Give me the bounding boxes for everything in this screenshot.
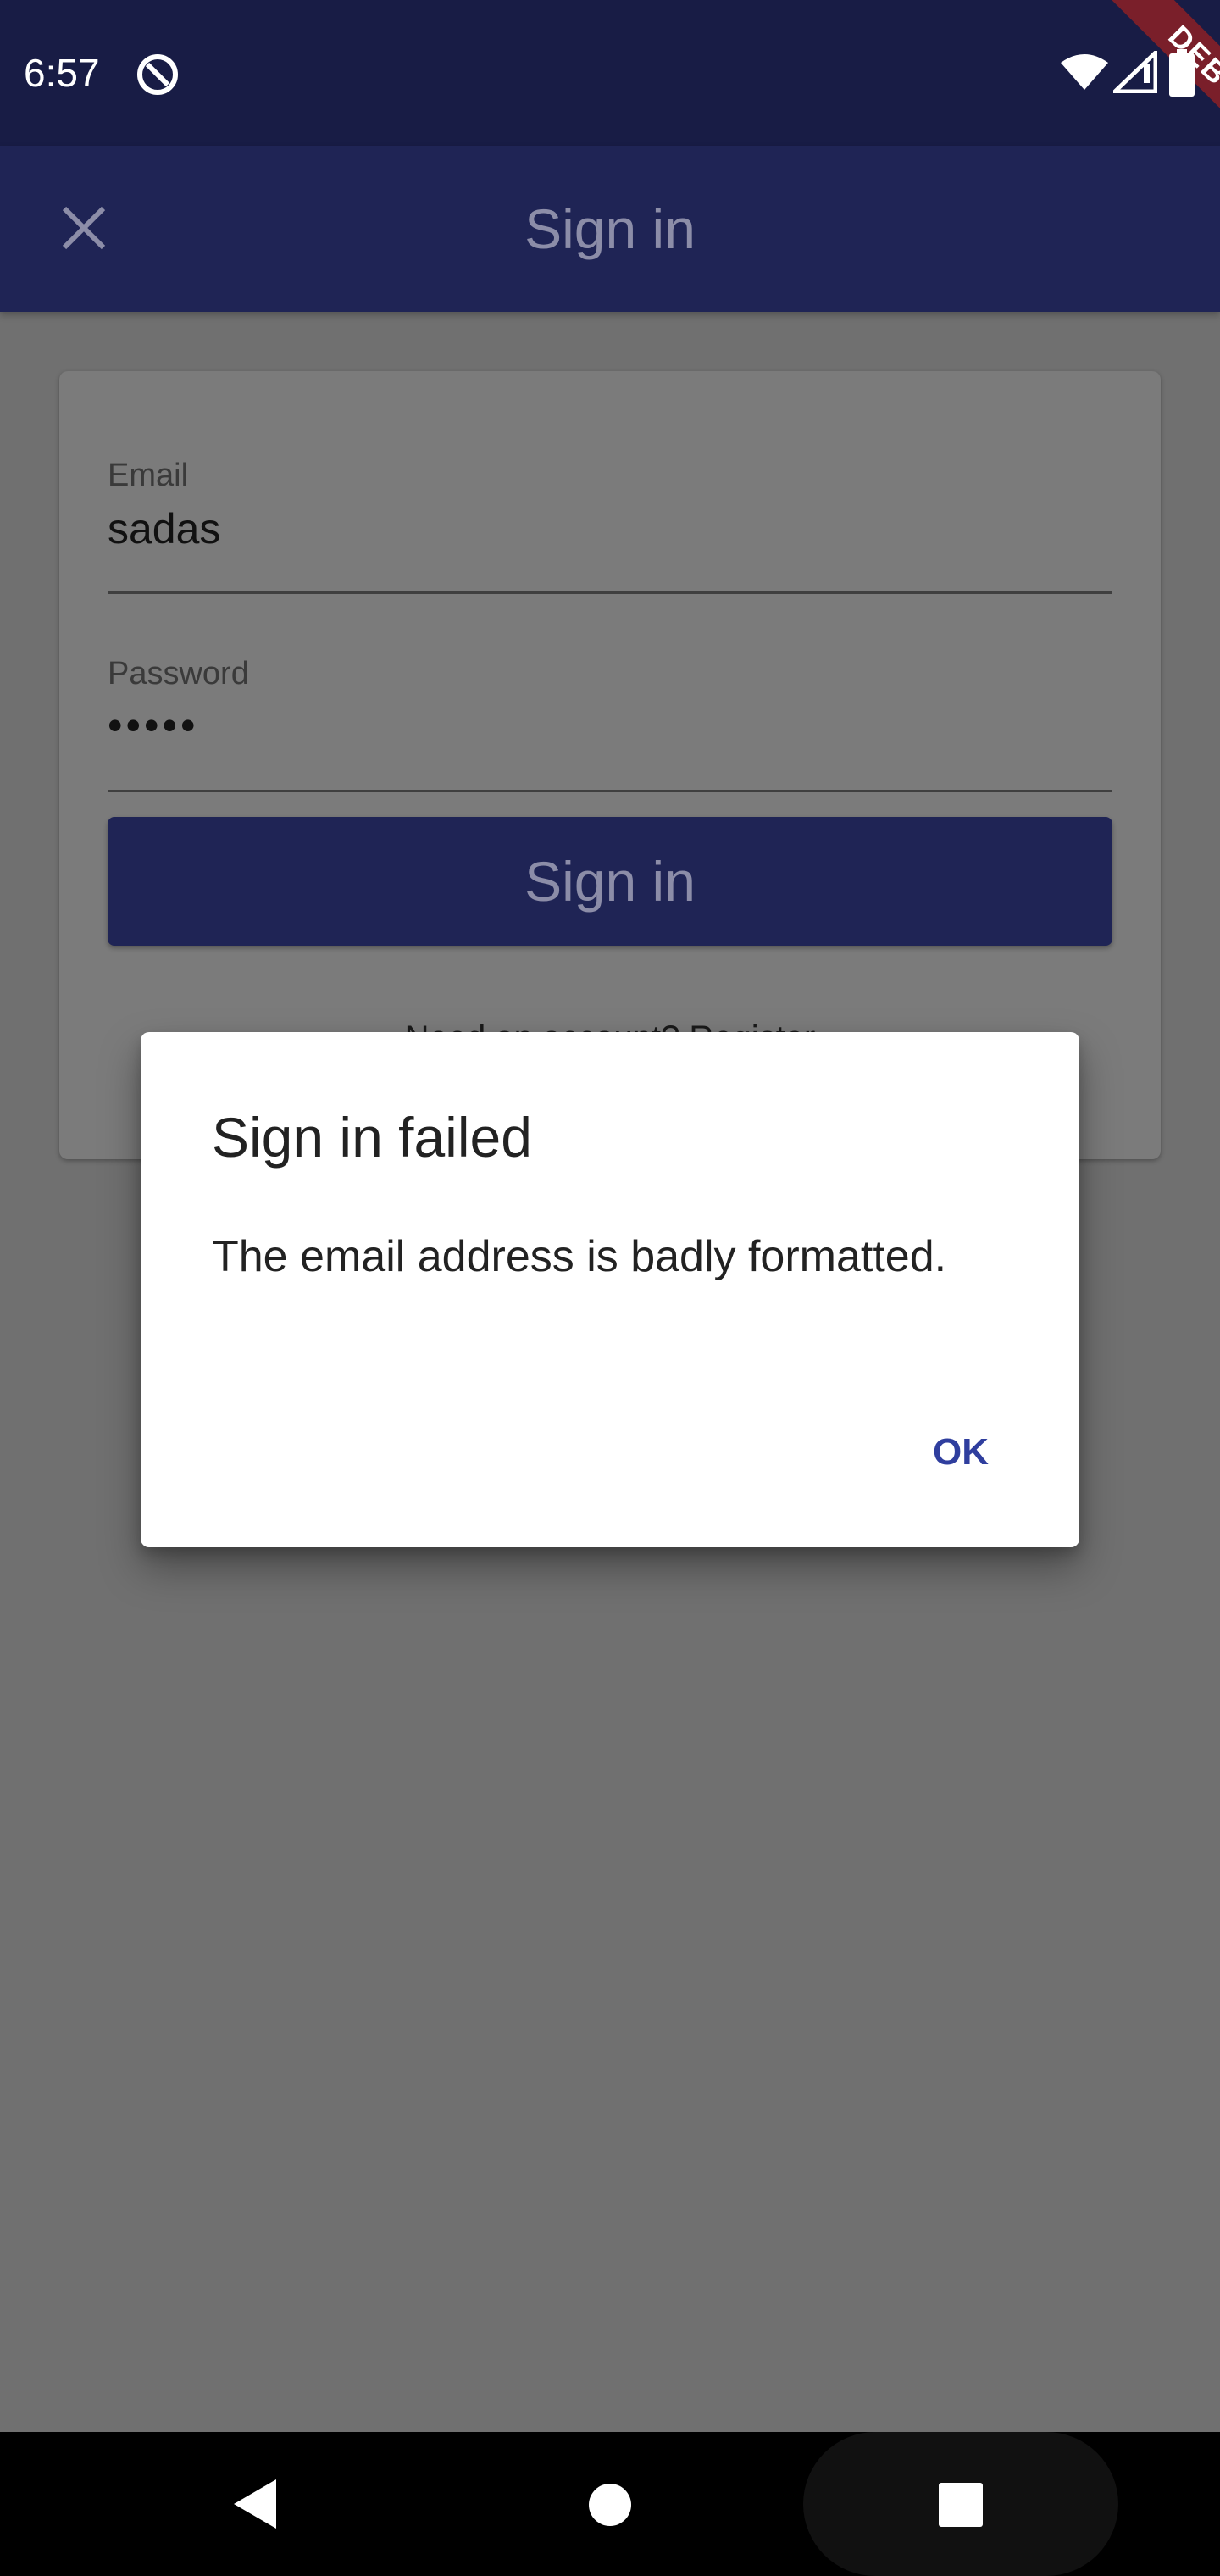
recents-icon[interactable] [939,2483,983,2527]
email-field-label: Email [108,458,189,493]
dialog-title: Sign in failed [212,1106,532,1169]
password-field-label: Password [108,656,249,691]
email-field[interactable]: sadas [108,503,220,554]
password-field-underline [108,790,1112,792]
signal-icon [1113,51,1157,93]
sign-in-button[interactable]: Sign in [108,817,1112,946]
wifi-icon [1061,54,1108,90]
dialog-message: The email address is badly formatted. [212,1232,947,1281]
battery-icon [1169,49,1195,97]
home-icon[interactable] [588,2483,632,2527]
status-time: 6:57 [24,51,100,95]
back-icon[interactable] [229,2476,285,2532]
status-bar: DEBUG [0,0,1220,146]
password-field[interactable]: ••••• [108,700,199,751]
email-field-underline [108,591,1112,594]
data-saver-icon [137,54,178,95]
ok-button[interactable]: OK [898,1417,1023,1488]
page-title: Sign in [524,197,696,260]
